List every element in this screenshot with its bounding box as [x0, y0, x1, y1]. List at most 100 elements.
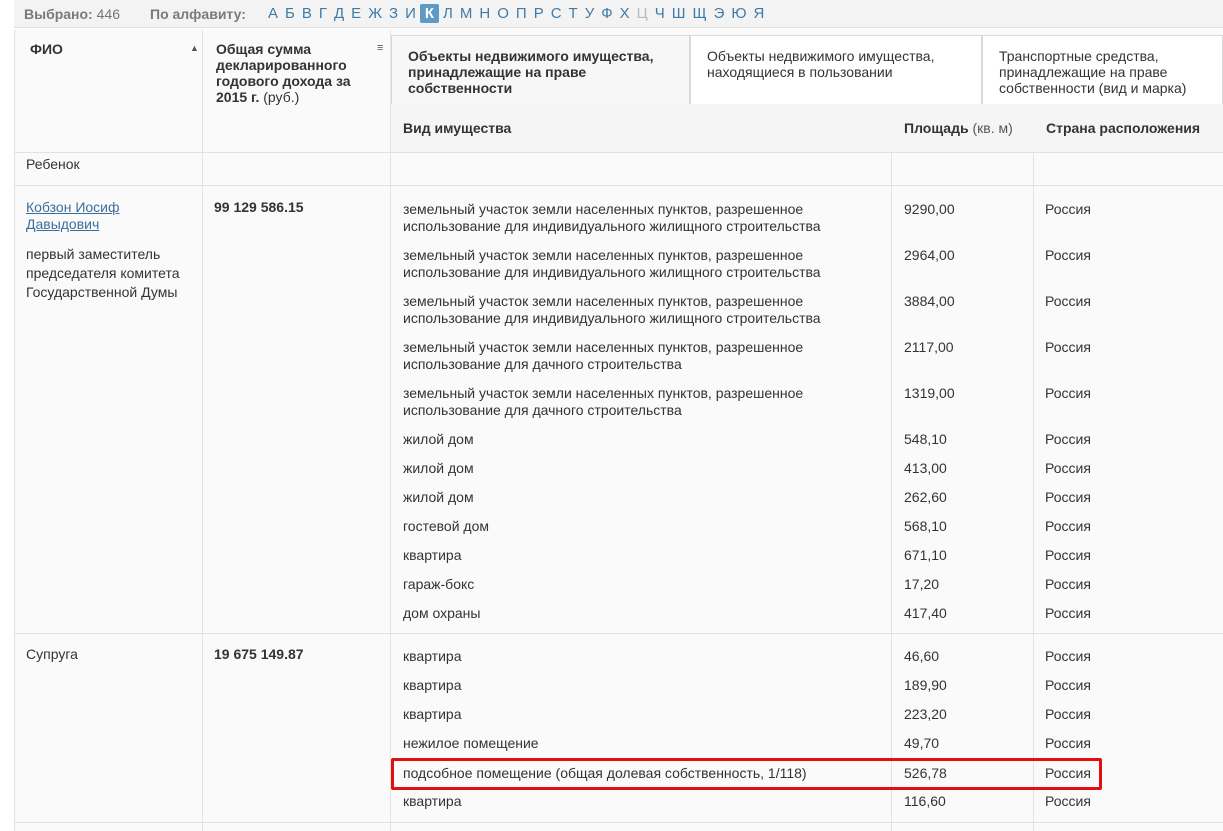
alphabet-letter[interactable]: Д	[331, 4, 347, 23]
property-area: 1319,00	[904, 385, 955, 401]
alphabet-letter[interactable]: П	[513, 4, 530, 23]
alphabet-letter[interactable]: Ю	[728, 4, 749, 23]
property-country: Россия	[1045, 460, 1091, 476]
alphabet-letter[interactable]: Ц	[634, 4, 651, 23]
selected-value: 446	[96, 6, 120, 22]
property-country: Россия	[1045, 339, 1091, 355]
income-header-year: 2015 г.	[216, 89, 260, 105]
property-type: жилой дом	[403, 489, 474, 505]
alphabet-letter[interactable]: З	[386, 4, 401, 23]
property-country: Россия	[1045, 648, 1091, 664]
property-type: нежилое помещение	[403, 735, 539, 751]
property-type: гостевой дом	[403, 518, 489, 534]
property-type: квартира	[403, 547, 462, 563]
spouse-income: 19 675 149.87	[214, 646, 304, 662]
property-area: 2964,00	[904, 247, 955, 263]
alphabet-letter[interactable]: Г	[316, 4, 330, 23]
alphabet-letter[interactable]: Ж	[365, 4, 385, 23]
alphabet-letter[interactable]: Ш	[669, 4, 689, 23]
property-type: земельный участок земли населенных пункт…	[403, 293, 821, 326]
column-header-fio[interactable]: ФИО	[30, 41, 63, 57]
property-area: 671,10	[904, 547, 947, 563]
property-area: 262,60	[904, 489, 947, 505]
property-country: Россия	[1045, 706, 1091, 722]
property-area: 526,78	[904, 765, 947, 781]
property-area: 2117,00	[904, 339, 954, 355]
property-subheader: Вид имущества Площадь (кв. м) Страна рас…	[391, 104, 1223, 153]
property-area: 413,00	[904, 460, 947, 476]
property-country: Россия	[1045, 605, 1091, 621]
alphabet-letter[interactable]: Я	[751, 4, 768, 23]
column-header-country: Страна расположения	[1046, 120, 1201, 136]
property-area: 116,60	[904, 793, 946, 809]
column-header-property-type: Вид имущества	[403, 120, 512, 136]
selected-count: Выбрано: 446	[24, 6, 120, 22]
tab-used-real-estate[interactable]: Объекты недвижимого имущества, находящие…	[690, 35, 982, 104]
alphabet-letter[interactable]: М	[457, 4, 476, 23]
alphabet-letter[interactable]: Б	[282, 4, 298, 23]
property-country: Россия	[1045, 518, 1091, 534]
property-country: Россия	[1045, 431, 1091, 447]
alphabet-label: По алфавиту:	[150, 6, 246, 22]
property-country: Россия	[1045, 547, 1091, 563]
alphabet-letter[interactable]: О	[494, 4, 512, 23]
alphabet-letter[interactable]: У	[582, 4, 598, 23]
alphabet-letter[interactable]: Е	[348, 4, 364, 23]
alphabet-letter[interactable]: Ч	[652, 4, 668, 23]
alphabet-letter[interactable]: Щ	[690, 4, 710, 23]
property-country: Россия	[1045, 385, 1091, 401]
property-type: квартира	[403, 648, 462, 664]
property-country: Россия	[1045, 201, 1091, 217]
person-position: первый заместитель председателя комитета…	[26, 246, 180, 300]
property-type: квартира	[403, 677, 462, 693]
alphabet-letter[interactable]: С	[548, 4, 565, 23]
property-country: Россия	[1045, 765, 1091, 781]
property-area: 223,20	[904, 706, 947, 722]
income-header-text: Общая сумма декларированного годового до…	[216, 41, 351, 89]
column-menu-icon[interactable]: ≡	[377, 42, 383, 54]
property-type: земельный участок земли населенных пункт…	[403, 385, 804, 418]
property-type: подсобное помещение (общая долевая собст…	[403, 765, 807, 781]
alphabet-letter[interactable]: Л	[440, 4, 456, 23]
property-country: Россия	[1045, 247, 1091, 263]
relative-spouse-label: Супруга	[26, 646, 78, 662]
property-type: гараж-бокс	[403, 576, 475, 592]
property-country: Россия	[1045, 735, 1091, 751]
property-type: земельный участок земли населенных пункт…	[403, 339, 804, 372]
filter-bar: Выбрано: 446 По алфавиту: АБВГДЕЖЗИКЛМНО…	[14, 0, 1223, 28]
alphabet-letter[interactable]: В	[299, 4, 315, 23]
alphabet-letter[interactable]: Э	[711, 4, 728, 23]
alphabet-letter[interactable]: Р	[531, 4, 547, 23]
property-area: 9290,00	[904, 201, 955, 217]
alphabet-letter[interactable]: Н	[476, 4, 493, 23]
alphabet-letters: АБВГДЕЖЗИКЛМНОПРСТУФХЦЧШЩЭЮЯ	[265, 4, 768, 23]
income-header-unit: (руб.)	[263, 89, 300, 105]
sort-up-icon[interactable]: ▲	[190, 43, 199, 53]
property-type: земельный участок земли населенных пункт…	[403, 201, 821, 234]
property-area: 548,10	[904, 431, 947, 447]
property-type: жилой дом	[403, 431, 474, 447]
selected-label: Выбрано:	[24, 6, 93, 22]
property-country: Россия	[1045, 793, 1091, 809]
alphabet-letter[interactable]: Х	[617, 4, 633, 23]
property-country: Россия	[1045, 489, 1091, 505]
property-type: квартира	[403, 706, 462, 722]
property-area: 568,10	[904, 518, 947, 534]
property-type: земельный участок земли населенных пункт…	[403, 247, 821, 280]
tab-owned-real-estate[interactable]: Объекты недвижимого имущества, принадлеж…	[391, 35, 690, 104]
property-type: дом охраны	[403, 605, 481, 621]
alphabet-letter[interactable]: Т	[566, 4, 581, 23]
property-area: 46,60	[904, 648, 940, 664]
alphabet-letter[interactable]: Ф	[598, 4, 615, 23]
property-type: жилой дом	[403, 460, 474, 476]
column-header-income[interactable]: Общая сумма декларированного годового до…	[216, 41, 366, 105]
property-area: 17,20	[904, 576, 940, 592]
tab-vehicles[interactable]: Транспортные средства, принадлежащие на …	[982, 35, 1223, 104]
person-name-link[interactable]: Кобзон Иосиф Давыдович	[26, 199, 186, 233]
alphabet-letter[interactable]: А	[265, 4, 281, 23]
property-type: квартира	[403, 793, 462, 809]
property-area: 417,40	[904, 605, 947, 621]
property-country: Россия	[1045, 677, 1091, 693]
alphabet-letter[interactable]: К	[419, 4, 440, 23]
alphabet-letter[interactable]: И	[402, 4, 419, 23]
